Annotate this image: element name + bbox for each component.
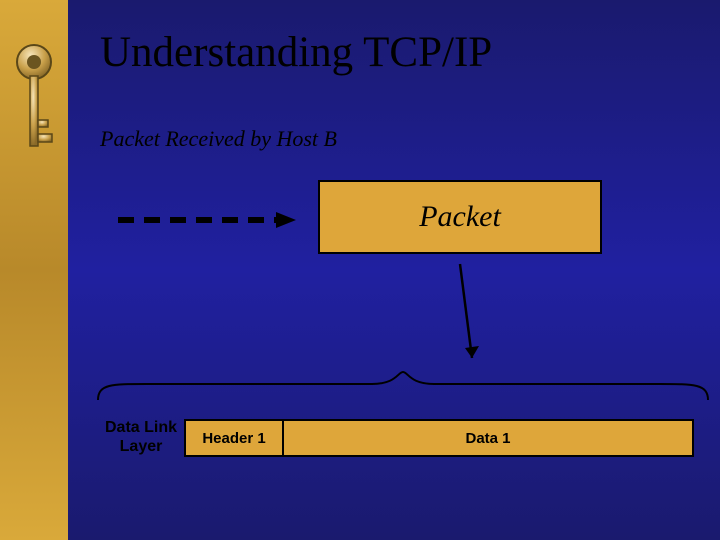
- slide-subtitle: Packet Received by Host B: [100, 126, 337, 152]
- header-label: Header 1: [202, 430, 265, 447]
- data-segment: Data 1: [284, 419, 694, 457]
- key-icon: [12, 42, 56, 162]
- header-segment: Header 1: [184, 419, 284, 457]
- data-label: Data 1: [465, 430, 510, 447]
- dashed-arrow-icon: [118, 210, 298, 230]
- packet-label: Packet: [419, 200, 501, 234]
- down-arrow-icon: [448, 262, 488, 372]
- packet-box: Packet: [318, 180, 602, 254]
- layer-name-line1: Data Link: [105, 419, 177, 436]
- slide-title: Understanding TCP/IP: [100, 28, 492, 77]
- brace-icon: [96, 370, 710, 402]
- layer-name-line2: Layer: [120, 438, 163, 455]
- layer-name: Data Link Layer: [100, 418, 182, 456]
- decorative-sidebar: [0, 0, 68, 540]
